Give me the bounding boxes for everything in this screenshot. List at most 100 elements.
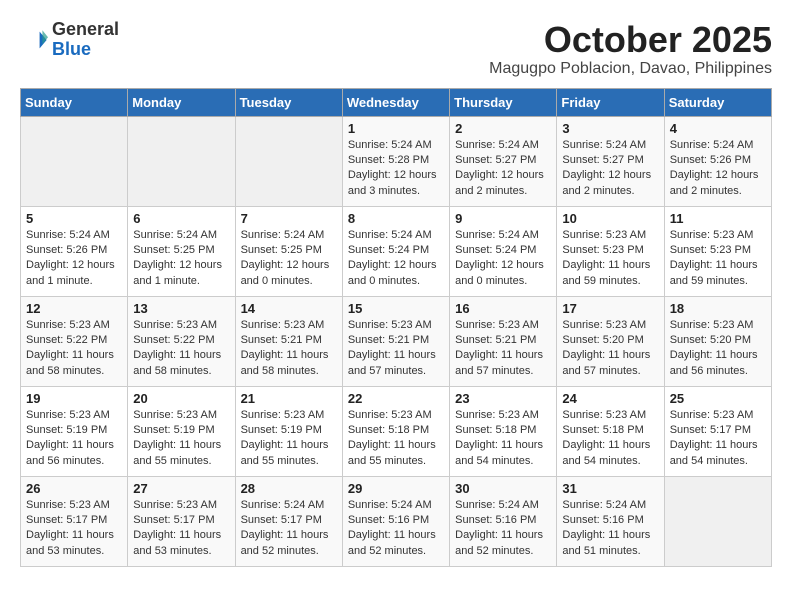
day-number: 10 [562, 211, 658, 226]
calendar-cell: 6 Sunrise: 5:24 AMSunset: 5:25 PMDaylight… [128, 206, 235, 296]
day-info: Sunrise: 5:24 AMSunset: 5:27 PMDaylight:… [455, 138, 551, 200]
day-number: 30 [455, 481, 551, 496]
day-info: Sunrise: 5:23 AMSunset: 5:23 PMDaylight:… [670, 228, 766, 290]
day-number: 15 [348, 301, 444, 316]
calendar-cell: 20Sunrise: 5:23 AMSunset: 5:19 PMDayligh… [128, 386, 235, 476]
calendar-cell: 29 Sunrise: 5:24 AMSunset: 5:16 PMDayligh… [342, 476, 449, 566]
week-row-4: 19Sunrise: 5:23 AMSunset: 5:19 PMDayligh… [21, 386, 772, 476]
day-info: Sunrise: 5:24 AMSunset: 5:25 PMDaylight:… [133, 228, 229, 290]
day-number: 7 [241, 211, 337, 226]
calendar-cell: 25 Sunrise: 5:23 AMSunset: 5:17 PMDayligh… [664, 386, 771, 476]
day-number: 8 [348, 211, 444, 226]
day-number: 11 [670, 211, 766, 226]
day-number: 29 [348, 481, 444, 496]
column-header-wednesday: Wednesday [342, 88, 449, 116]
day-number: 4 [670, 121, 766, 136]
month-title: October 2025 [489, 20, 772, 60]
calendar-cell: 11 Sunrise: 5:23 AMSunset: 5:23 PMDayligh… [664, 206, 771, 296]
title-block: October 2025 Magugpo Poblacion, Davao, P… [489, 20, 772, 78]
calendar-cell: 1 Sunrise: 5:24 AMSunset: 5:28 PMDaylight… [342, 116, 449, 206]
calendar-cell [21, 116, 128, 206]
week-row-1: 1 Sunrise: 5:24 AMSunset: 5:28 PMDaylight… [21, 116, 772, 206]
day-number: 21 [241, 391, 337, 406]
column-header-sunday: Sunday [21, 88, 128, 116]
day-info: Sunrise: 5:24 AMSunset: 5:16 PMDaylight:… [455, 498, 551, 560]
calendar-cell: 10 Sunrise: 5:23 AMSunset: 5:23 PMDayligh… [557, 206, 664, 296]
subtitle: Magugpo Poblacion, Davao, Philippines [489, 60, 772, 78]
day-number: 13 [133, 301, 229, 316]
day-number: 20 [133, 391, 229, 406]
header-row: SundayMondayTuesdayWednesdayThursdayFrid… [21, 88, 772, 116]
calendar-cell: 8 Sunrise: 5:24 AMSunset: 5:24 PMDaylight… [342, 206, 449, 296]
day-number: 14 [241, 301, 337, 316]
day-info: Sunrise: 5:24 AMSunset: 5:26 PMDaylight:… [26, 228, 122, 290]
day-number: 22 [348, 391, 444, 406]
day-info: Sunrise: 5:24 AMSunset: 5:26 PMDaylight:… [670, 138, 766, 200]
day-number: 23 [455, 391, 551, 406]
day-number: 5 [26, 211, 122, 226]
calendar-cell: 2 Sunrise: 5:24 AMSunset: 5:27 PMDaylight… [450, 116, 557, 206]
day-number: 28 [241, 481, 337, 496]
calendar-cell: 17 Sunrise: 5:23 AMSunset: 5:20 PMDayligh… [557, 296, 664, 386]
calendar-cell: 24 Sunrise: 5:23 AMSunset: 5:18 PMDayligh… [557, 386, 664, 476]
calendar-cell: 16 Sunrise: 5:23 AMSunset: 5:21 PMDayligh… [450, 296, 557, 386]
calendar-cell: 18Sunrise: 5:23 AMSunset: 5:20 PMDayligh… [664, 296, 771, 386]
calendar-cell: 22Sunrise: 5:23 AMSunset: 5:18 PMDayligh… [342, 386, 449, 476]
day-number: 9 [455, 211, 551, 226]
day-info: Sunrise: 5:23 AMSunset: 5:23 PMDaylight:… [562, 228, 658, 290]
day-info: Sunrise: 5:23 AMSunset: 5:17 PMDaylight:… [133, 498, 229, 560]
day-number: 16 [455, 301, 551, 316]
logo-icon [20, 26, 48, 54]
column-header-thursday: Thursday [450, 88, 557, 116]
day-number: 24 [562, 391, 658, 406]
day-info: Sunrise: 5:23 AMSunset: 5:18 PMDaylight:… [562, 408, 658, 470]
day-info: Sunrise: 5:24 AMSunset: 5:25 PMDaylight:… [241, 228, 337, 290]
logo: General Blue [20, 20, 119, 60]
day-number: 3 [562, 121, 658, 136]
calendar-cell [235, 116, 342, 206]
day-number: 12 [26, 301, 122, 316]
calendar-cell: 23 Sunrise: 5:23 AMSunset: 5:18 PMDayligh… [450, 386, 557, 476]
calendar-cell: 5 Sunrise: 5:24 AMSunset: 5:26 PMDaylight… [21, 206, 128, 296]
day-number: 27 [133, 481, 229, 496]
day-info: Sunrise: 5:24 AMSunset: 5:28 PMDaylight:… [348, 138, 444, 200]
day-info: Sunrise: 5:23 AMSunset: 5:20 PMDaylight:… [562, 318, 658, 380]
calendar-cell: 19Sunrise: 5:23 AMSunset: 5:19 PMDayligh… [21, 386, 128, 476]
column-header-saturday: Saturday [664, 88, 771, 116]
day-info: Sunrise: 5:24 AMSunset: 5:24 PMDaylight:… [455, 228, 551, 290]
calendar-cell: 4 Sunrise: 5:24 AMSunset: 5:26 PMDaylight… [664, 116, 771, 206]
day-number: 17 [562, 301, 658, 316]
day-info: Sunrise: 5:23 AMSunset: 5:21 PMDaylight:… [348, 318, 444, 380]
day-number: 2 [455, 121, 551, 136]
day-info: Sunrise: 5:24 AMSunset: 5:27 PMDaylight:… [562, 138, 658, 200]
day-number: 31 [562, 481, 658, 496]
day-number: 18 [670, 301, 766, 316]
logo-text: General Blue [52, 20, 119, 60]
calendar-cell: 3 Sunrise: 5:24 AMSunset: 5:27 PMDaylight… [557, 116, 664, 206]
day-info: Sunrise: 5:23 AMSunset: 5:18 PMDaylight:… [455, 408, 551, 470]
calendar-cell: 9 Sunrise: 5:24 AMSunset: 5:24 PMDaylight… [450, 206, 557, 296]
week-row-3: 12 Sunrise: 5:23 AMSunset: 5:22 PMDayligh… [21, 296, 772, 386]
day-info: Sunrise: 5:24 AMSunset: 5:16 PMDaylight:… [348, 498, 444, 560]
day-info: Sunrise: 5:23 AMSunset: 5:19 PMDaylight:… [26, 408, 122, 470]
day-info: Sunrise: 5:24 AMSunset: 5:17 PMDaylight:… [241, 498, 337, 560]
day-number: 25 [670, 391, 766, 406]
header: General Blue October 2025 Magugpo Poblac… [20, 20, 772, 78]
calendar-cell: 30 Sunrise: 5:24 AMSunset: 5:16 PMDayligh… [450, 476, 557, 566]
day-info: Sunrise: 5:23 AMSunset: 5:19 PMDaylight:… [241, 408, 337, 470]
day-info: Sunrise: 5:23 AMSunset: 5:21 PMDaylight:… [455, 318, 551, 380]
calendar-table: SundayMondayTuesdayWednesdayThursdayFrid… [20, 88, 772, 567]
day-info: Sunrise: 5:23 AMSunset: 5:17 PMDaylight:… [670, 408, 766, 470]
day-info: Sunrise: 5:24 AMSunset: 5:16 PMDaylight:… [562, 498, 658, 560]
day-number: 1 [348, 121, 444, 136]
calendar-cell: 31 Sunrise: 5:24 AMSunset: 5:16 PMDayligh… [557, 476, 664, 566]
column-header-friday: Friday [557, 88, 664, 116]
day-info: Sunrise: 5:23 AMSunset: 5:22 PMDaylight:… [133, 318, 229, 380]
day-number: 26 [26, 481, 122, 496]
day-number: 6 [133, 211, 229, 226]
day-info: Sunrise: 5:23 AMSunset: 5:21 PMDaylight:… [241, 318, 337, 380]
calendar-cell: 7 Sunrise: 5:24 AMSunset: 5:25 PMDaylight… [235, 206, 342, 296]
calendar-cell: 28 Sunrise: 5:24 AMSunset: 5:17 PMDayligh… [235, 476, 342, 566]
day-info: Sunrise: 5:24 AMSunset: 5:24 PMDaylight:… [348, 228, 444, 290]
column-header-monday: Monday [128, 88, 235, 116]
